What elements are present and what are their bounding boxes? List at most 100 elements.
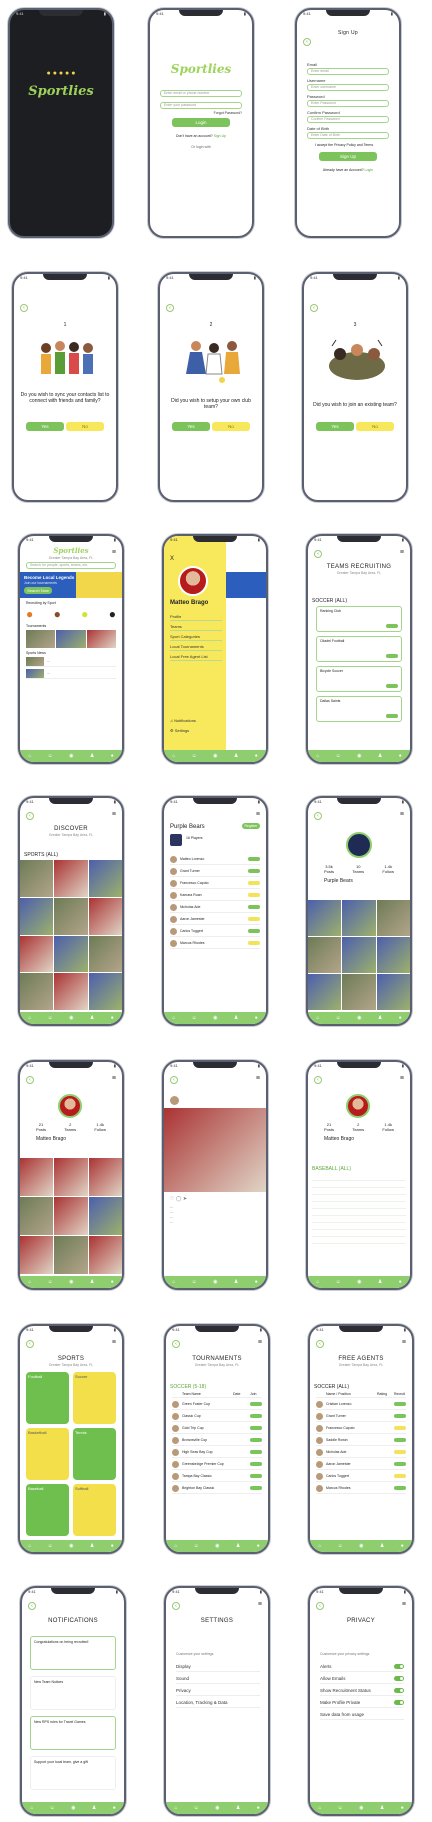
no-button[interactable]: No xyxy=(356,422,394,431)
player-row[interactable]: Grant Turner xyxy=(170,866,260,877)
back-icon[interactable]: ‹ xyxy=(316,1602,324,1610)
user-icon[interactable]: ♟ xyxy=(380,1805,384,1811)
ball-icon[interactable]: ◉ xyxy=(69,1015,73,1021)
home-icon[interactable]: ⌂ xyxy=(172,753,175,759)
sport-balls-row[interactable]: ● ● ● ● xyxy=(26,607,116,621)
search-now-button[interactable]: Search Now xyxy=(24,587,52,594)
ball-icon[interactable]: ◉ xyxy=(69,1543,73,1549)
photo-grid[interactable] xyxy=(20,860,122,1010)
no-button[interactable]: No xyxy=(212,422,250,431)
promo-banner[interactable]: Become Local Legends Join our tournament… xyxy=(20,572,122,598)
notification-item[interactable]: New Team Notices xyxy=(30,1676,116,1710)
users-icon[interactable]: ☺ xyxy=(194,1805,199,1811)
back-icon[interactable]: ‹ xyxy=(26,812,34,820)
menu-icon[interactable]: ≡ xyxy=(256,811,260,818)
close-icon[interactable]: X xyxy=(170,556,174,562)
sport-tile[interactable]: Soccer xyxy=(73,1372,116,1424)
sport-tile[interactable]: Softball xyxy=(73,1484,116,1536)
home-icon[interactable]: ⌂ xyxy=(28,1543,31,1549)
avatar[interactable]: ● xyxy=(255,753,258,759)
team-card[interactable]: Bicycle Soccer xyxy=(316,666,402,692)
player-row[interactable]: Aaron Jamester xyxy=(170,914,260,925)
avatar[interactable]: ● xyxy=(399,1015,402,1021)
users-icon[interactable]: ☺ xyxy=(192,1279,197,1285)
email-field[interactable]: Enter email xyxy=(307,68,389,75)
privacy-item-save-data[interactable]: Save data from usage xyxy=(320,1710,404,1720)
avatar[interactable]: ● xyxy=(113,1805,116,1811)
table-row[interactable]: Gold Trip Cup xyxy=(172,1423,262,1434)
back-icon[interactable]: ‹ xyxy=(28,1602,36,1610)
home-icon[interactable]: ⌂ xyxy=(316,1015,319,1021)
notification-item[interactable]: New RPS rules for Travel Games xyxy=(30,1716,116,1750)
no-button[interactable]: No xyxy=(66,422,104,431)
player-row[interactable]: Francesco Caputo xyxy=(170,878,260,889)
home-icon[interactable]: ⌂ xyxy=(174,1805,177,1811)
back-icon[interactable]: ‹ xyxy=(26,1340,34,1348)
table-row[interactable]: Aaron Jamester xyxy=(316,1459,406,1470)
confirm-password-field[interactable]: Confirm Password xyxy=(307,116,389,123)
agree-checkbox[interactable]: I accept the Privacy Policy and Terms xyxy=(315,143,373,147)
avatar[interactable]: ● xyxy=(111,1543,114,1549)
users-icon[interactable]: ☺ xyxy=(338,1805,343,1811)
ball-icon[interactable]: ◉ xyxy=(69,1279,73,1285)
users-icon[interactable]: ☺ xyxy=(48,1543,53,1549)
notification-item[interactable]: Congratulations on being recruited! xyxy=(30,1636,116,1670)
player-row[interactable]: Kamara Ruan xyxy=(170,890,260,901)
user-icon[interactable]: ♟ xyxy=(234,1279,238,1285)
table-row[interactable]: Marcus Rhodes xyxy=(316,1483,406,1494)
settings-item-display[interactable]: Display xyxy=(176,1662,260,1672)
settings-item-sound[interactable]: Sound xyxy=(176,1674,260,1684)
yes-button[interactable]: Yes xyxy=(316,422,354,431)
ball-icon[interactable]: ◉ xyxy=(213,1015,217,1021)
back-icon[interactable]: ‹ xyxy=(316,1340,324,1348)
bottom-nav[interactable]: ⌂ ☺ ◉ ♟ ● xyxy=(166,1802,268,1814)
user-icon[interactable]: ♟ xyxy=(236,1543,240,1549)
avatar[interactable]: ● xyxy=(257,1543,260,1549)
back-icon[interactable]: ‹ xyxy=(314,812,322,820)
avatar[interactable]: ● xyxy=(111,1279,114,1285)
table-row[interactable]: Green Foster Cup xyxy=(172,1399,262,1410)
users-icon[interactable]: ☺ xyxy=(336,1279,341,1285)
home-icon[interactable]: ⌂ xyxy=(316,1279,319,1285)
menu-icon[interactable]: ≡ xyxy=(256,1075,260,1082)
ball-icon[interactable]: ◉ xyxy=(359,1805,363,1811)
user-icon[interactable]: ♟ xyxy=(234,1015,238,1021)
menu-icon[interactable]: ≡ xyxy=(402,1601,406,1608)
home-icon[interactable]: ⌂ xyxy=(28,1015,31,1021)
team-card[interactable]: Citadel Football xyxy=(316,636,402,662)
ball-icon[interactable]: ◉ xyxy=(357,1015,361,1021)
emails-toggle[interactable] xyxy=(394,1676,404,1681)
home-icon[interactable]: ⌂ xyxy=(174,1543,177,1549)
table-row[interactable]: Grant Turner xyxy=(316,1411,406,1422)
avatar[interactable]: ● xyxy=(401,1805,404,1811)
avatar[interactable]: ● xyxy=(255,1015,258,1021)
menu-icon[interactable]: ≡ xyxy=(400,549,404,556)
home-icon[interactable]: ⌂ xyxy=(28,753,31,759)
avatar[interactable]: ● xyxy=(257,1805,260,1811)
home-icon[interactable]: ⌂ xyxy=(30,1805,33,1811)
back-icon[interactable]: ‹ xyxy=(314,550,322,558)
team-card[interactable]: Ranking Club xyxy=(316,606,402,632)
menu-icon[interactable]: ≡ xyxy=(258,1601,262,1608)
menu-item-settings[interactable]: ⚙ Settings xyxy=(170,728,222,734)
home-icon[interactable]: ⌂ xyxy=(172,1279,175,1285)
bottom-nav[interactable]: ⌂ ☺ ◉ ♟ ● xyxy=(164,1276,266,1288)
menu-item-local-tournaments[interactable]: Local Tournaments xyxy=(170,644,222,651)
bottom-nav[interactable]: ⌂ ☺ ◉ ♟ ● xyxy=(166,1540,268,1552)
recruitment-toggle[interactable] xyxy=(394,1688,404,1693)
login-link[interactable]: Login xyxy=(365,168,374,172)
password-field[interactable]: Enter your password xyxy=(160,102,242,109)
bottom-nav[interactable]: ⌂ ☺ ◉ ♟ ● xyxy=(20,1276,122,1288)
private-toggle[interactable] xyxy=(394,1700,404,1705)
sport-tile[interactable]: Basketball xyxy=(26,1428,69,1480)
menu-item-teams[interactable]: Teams xyxy=(170,624,222,631)
user-icon[interactable]: ♟ xyxy=(90,753,94,759)
settings-item-privacy[interactable]: Privacy xyxy=(176,1686,260,1696)
news-item[interactable]: … xyxy=(26,656,116,667)
user-icon[interactable]: ♟ xyxy=(90,1543,94,1549)
alerts-toggle[interactable] xyxy=(394,1664,404,1669)
table-row[interactable]: High Seas Bay Cup xyxy=(172,1447,262,1458)
user-icon[interactable]: ♟ xyxy=(92,1805,96,1811)
photo-grid[interactable] xyxy=(308,900,410,1010)
users-icon[interactable]: ☺ xyxy=(194,1543,199,1549)
